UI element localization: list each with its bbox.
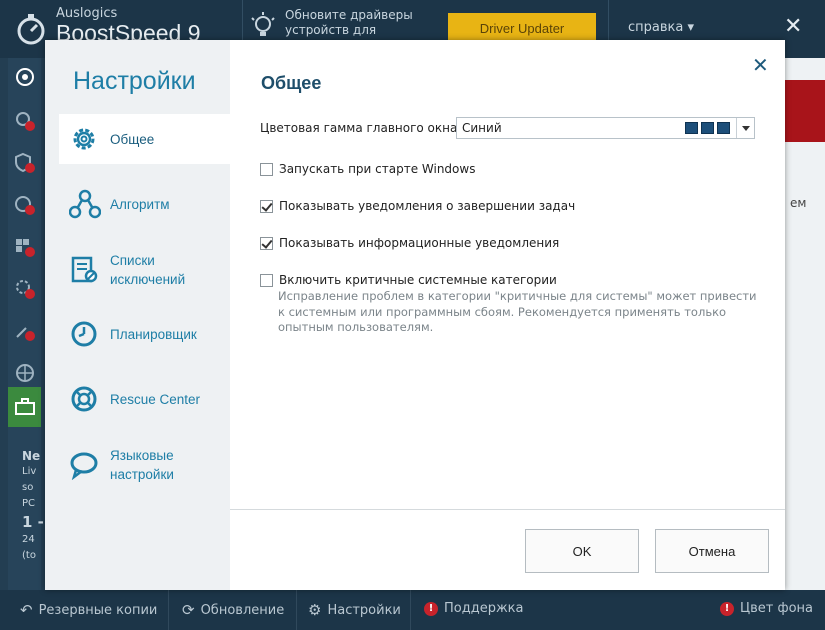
- stopwatch-logo-icon: [17, 14, 45, 45]
- help-menu[interactable]: справка ▾: [628, 20, 694, 35]
- chevron-down-icon[interactable]: [736, 118, 754, 138]
- news-line: (to: [22, 550, 36, 561]
- option-label: Запускать при старте Windows: [279, 162, 476, 176]
- target-icon[interactable]: [14, 66, 36, 88]
- info-notifications-checkbox[interactable]: [260, 236, 273, 250]
- alert-icon: !: [720, 601, 734, 616]
- color-scheme-select[interactable]: Синий: [456, 117, 755, 139]
- toolbox-tab[interactable]: [8, 387, 41, 427]
- alert-banner-edge: [785, 80, 825, 142]
- backups-button[interactable]: ↶ Резервные копии: [20, 601, 157, 619]
- news-line: Ne: [22, 449, 41, 463]
- close-icon[interactable]: ✕: [752, 53, 769, 77]
- clock-icon: [71, 321, 97, 347]
- diagnostics-icon[interactable]: [14, 110, 36, 132]
- nav-item-general[interactable]: Общее: [59, 114, 230, 164]
- shield-icon[interactable]: [14, 152, 36, 174]
- critical-categories-description: Исправление проблем в категории "критичн…: [278, 289, 757, 334]
- update-label: Обновление: [200, 602, 285, 618]
- footer-divider: [168, 590, 169, 630]
- page-title: Общее: [261, 73, 322, 93]
- settings-dialog: Настройки Общее Алгоритм Списки исключен…: [45, 40, 785, 590]
- nav-item-language[interactable]: Языковые настройки: [59, 438, 230, 492]
- speedometer-icon[interactable]: [14, 194, 36, 216]
- windows-icon[interactable]: [14, 236, 36, 258]
- gear-icon: ⚙: [308, 601, 322, 619]
- cancel-button[interactable]: Отмена: [655, 529, 769, 573]
- option-label: Показывать информационные уведомления: [279, 236, 560, 250]
- refresh-icon: ⟳: [182, 601, 195, 619]
- settings-nav-title: Настройки: [73, 67, 196, 95]
- wrench-icon[interactable]: [14, 320, 36, 342]
- lightbulb-icon: [251, 12, 275, 36]
- nav-label: Языковые настройки: [110, 448, 174, 482]
- nav-label: Алгоритм: [110, 196, 170, 212]
- algorithm-icon: [69, 189, 101, 219]
- nav-item-algorithm[interactable]: Алгоритм: [59, 179, 230, 229]
- settings-nav: Настройки Общее Алгоритм Списки исключен…: [45, 40, 230, 590]
- background-color-label: Цвет фона: [740, 601, 813, 616]
- nav-item-rescue-center[interactable]: Rescue Center: [59, 374, 230, 424]
- exclusion-list-icon: [71, 256, 98, 283]
- app-close-icon[interactable]: ✕: [784, 14, 802, 39]
- option-startup[interactable]: Запускать при старте Windows: [260, 162, 475, 176]
- nav-label: Списки исключений: [110, 253, 186, 287]
- news-line: 1 -: [22, 513, 44, 531]
- background-color-button[interactable]: ! Цвет фона: [720, 601, 813, 616]
- ok-button[interactable]: OK: [525, 529, 639, 573]
- backups-label: Резервные копии: [38, 602, 158, 618]
- nav-label: Общее: [110, 131, 155, 147]
- support-label: Поддержка: [444, 601, 524, 616]
- settings-footer-button[interactable]: ⚙ Настройки: [308, 601, 401, 619]
- support-button[interactable]: ! Поддержка: [424, 601, 524, 616]
- news-line: Liv: [22, 466, 37, 477]
- partial-text: ем: [790, 196, 807, 210]
- update-button[interactable]: ⟳ Обновление: [182, 601, 284, 619]
- nav-label: Rescue Center: [110, 391, 201, 407]
- speech-bubble-icon: [70, 452, 98, 480]
- footer-divider: [296, 590, 297, 630]
- news-line: 24: [22, 534, 35, 545]
- option-info-notifications[interactable]: Показывать информационные уведомления: [260, 236, 559, 250]
- undo-arrow-icon: ↶: [20, 601, 33, 619]
- globe-icon[interactable]: [14, 362, 36, 384]
- footer-divider: [410, 590, 411, 630]
- lifebuoy-icon: [71, 386, 97, 412]
- color-scheme-value: Синий: [462, 121, 502, 135]
- startup-checkbox[interactable]: [260, 162, 273, 176]
- critical-categories-checkbox[interactable]: [260, 273, 273, 287]
- nav-item-exclusions[interactable]: Списки исключений: [59, 243, 230, 297]
- option-task-notifications[interactable]: Показывать уведомления о завершении зада…: [260, 199, 575, 213]
- news-snippet: Ne Liv so PC 1 - 24 (to: [22, 448, 44, 564]
- option-critical-categories[interactable]: Включить критичные системные категории: [260, 273, 557, 287]
- toolbox-icon: [15, 398, 35, 415]
- app-brand-small: Auslogics: [56, 6, 118, 21]
- nav-item-scheduler[interactable]: Планировщик: [59, 309, 230, 359]
- news-line: PC: [22, 498, 36, 509]
- driver-promo-text: Обновите драйверы устройств для: [285, 8, 413, 37]
- color-swatch: [717, 122, 730, 134]
- optimizer-icon[interactable]: [14, 278, 36, 300]
- option-label: Показывать уведомления о завершении зада…: [279, 199, 576, 213]
- alert-icon: !: [424, 601, 438, 616]
- option-label: Включить критичные системные категории: [279, 273, 557, 287]
- settings-label: Настройки: [327, 602, 401, 618]
- color-scheme-label: Цветовая гамма главного окна:: [260, 121, 462, 135]
- news-line: so: [22, 482, 34, 493]
- color-swatch: [701, 122, 714, 134]
- app-footer: ↶ Резервные копии ⟳ Обновление ⚙ Настрой…: [0, 590, 825, 630]
- nav-label: Планировщик: [110, 326, 197, 342]
- color-swatch: [685, 122, 698, 134]
- gear-icon: [73, 128, 95, 150]
- button-bar-divider: [230, 509, 785, 510]
- task-notifications-checkbox[interactable]: [260, 199, 273, 213]
